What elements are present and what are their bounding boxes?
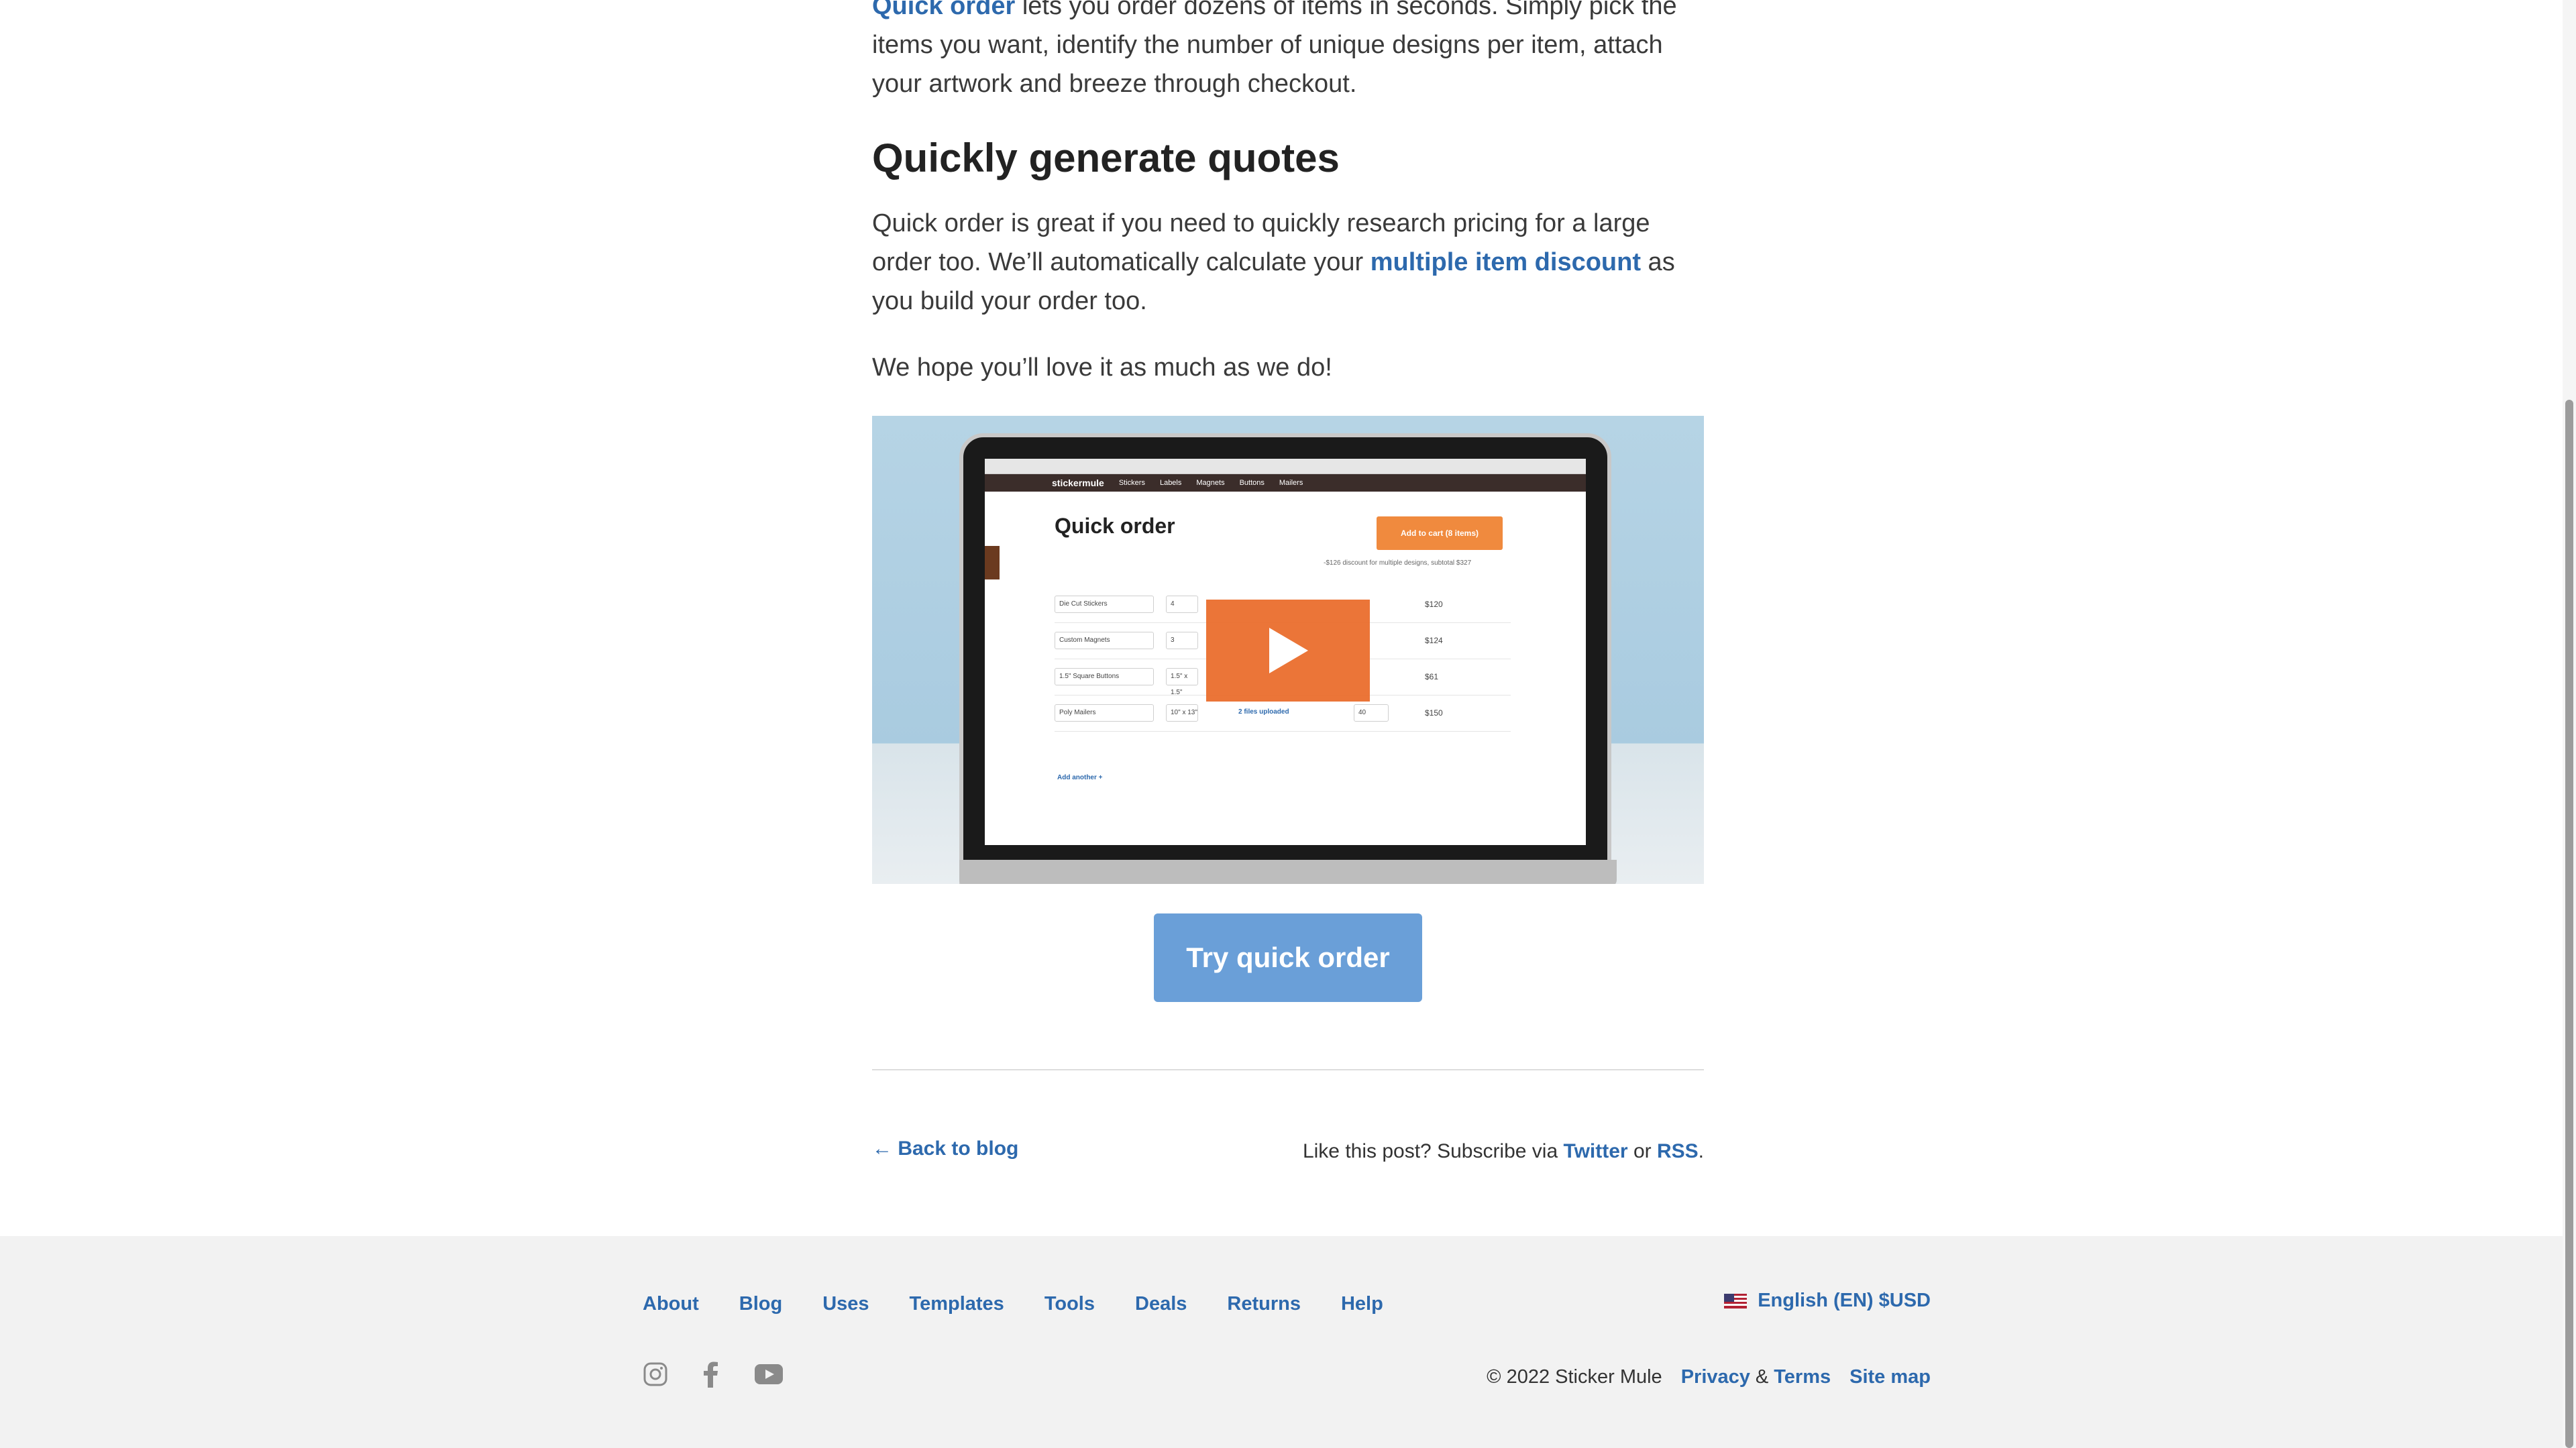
quotes-paragraph: Quick order is great if you need to quic… bbox=[872, 204, 1704, 321]
row-price: $150 bbox=[1425, 708, 1443, 718]
subscribe-note: Like this post? Subscribe via Twitter or… bbox=[1303, 1140, 1704, 1163]
product-select: Die Cut Stickers bbox=[1055, 596, 1154, 613]
legal-links: © 2022 Sticker Mule Privacy & Terms Site… bbox=[1487, 1366, 1931, 1388]
divider bbox=[872, 1069, 1704, 1070]
files-uploaded: 2 files uploaded bbox=[1238, 708, 1289, 716]
rss-link[interactable]: RSS bbox=[1657, 1140, 1699, 1162]
social-links bbox=[643, 1361, 784, 1388]
subscribe-prefix: Like this post? Subscribe via bbox=[1302, 1140, 1564, 1162]
size-input: 4 bbox=[1166, 596, 1198, 613]
laptop-keyboard bbox=[959, 860, 1617, 884]
scrollbar-thumb[interactable] bbox=[2565, 400, 2573, 1448]
multiple-item-discount-link[interactable]: multiple item discount bbox=[1371, 248, 1641, 276]
product-select: Custom Magnets bbox=[1055, 632, 1154, 649]
language-selector[interactable]: English (EN) $USD bbox=[1724, 1290, 1931, 1312]
terms-link[interactable]: Terms bbox=[1774, 1366, 1831, 1388]
period-text: . bbox=[1698, 1140, 1704, 1162]
footer-link-templates[interactable]: Templates bbox=[910, 1293, 1004, 1315]
site-logo: stickermule bbox=[1052, 478, 1104, 488]
hope-paragraph: We hope you’ll love it as much as we do! bbox=[872, 353, 1332, 382]
screen-title: Quick order bbox=[1055, 514, 1175, 538]
privacy-link[interactable]: Privacy bbox=[1681, 1366, 1750, 1388]
facebook-icon bbox=[704, 1361, 718, 1388]
play-icon bbox=[1269, 628, 1308, 673]
footer-link-returns[interactable]: Returns bbox=[1227, 1293, 1301, 1315]
try-quick-order-button[interactable]: Try quick order bbox=[1154, 913, 1422, 1002]
footer-link-blog[interactable]: Blog bbox=[739, 1293, 782, 1315]
footer-link-deals[interactable]: Deals bbox=[1135, 1293, 1187, 1315]
product-select: 1.5" Square Buttons bbox=[1055, 668, 1154, 685]
qty-input: 40 bbox=[1354, 704, 1389, 722]
scrollbar[interactable] bbox=[2563, 0, 2576, 1448]
footer-link-about[interactable]: About bbox=[643, 1293, 699, 1315]
site-nav-preview: stickermule Stickers Labels Magnets Butt… bbox=[985, 474, 1586, 492]
site-footer: About Blog Uses Templates Tools Deals Re… bbox=[0, 1236, 2563, 1448]
support-tab bbox=[985, 546, 1000, 579]
row-price: $120 bbox=[1425, 600, 1443, 609]
youtube-icon bbox=[755, 1364, 783, 1384]
size-input: 1.5" x 1.5" bbox=[1166, 668, 1198, 696]
nav-item: Magnets bbox=[1196, 479, 1225, 487]
nav-item: Buttons bbox=[1239, 479, 1265, 487]
video-player[interactable]: stickermule Stickers Labels Magnets Butt… bbox=[872, 416, 1704, 884]
copyright: © 2022 Sticker Mule bbox=[1487, 1366, 1662, 1388]
browser-bar bbox=[985, 459, 1586, 474]
intro-paragraph: Quick order lets you order dozens of ite… bbox=[872, 0, 1704, 103]
footer-nav: About Blog Uses Templates Tools Deals Re… bbox=[643, 1293, 1383, 1315]
footer-link-tools[interactable]: Tools bbox=[1044, 1293, 1095, 1315]
quotes-heading: Quickly generate quotes bbox=[872, 135, 1340, 180]
nav-item: Mailers bbox=[1279, 479, 1303, 487]
quick-order-link[interactable]: Quick order bbox=[872, 0, 1015, 20]
facebook-link[interactable] bbox=[703, 1361, 719, 1388]
language-label: English (EN) $USD bbox=[1758, 1290, 1931, 1311]
nav-item: Labels bbox=[1159, 479, 1182, 487]
nav-item: Stickers bbox=[1118, 479, 1145, 487]
instagram-link[interactable] bbox=[643, 1361, 668, 1387]
site-map-link[interactable]: Site map bbox=[1849, 1366, 1931, 1388]
play-button[interactable] bbox=[1206, 600, 1370, 702]
us-flag-icon bbox=[1724, 1293, 1748, 1308]
footer-link-uses[interactable]: Uses bbox=[822, 1293, 869, 1315]
back-to-blog-link[interactable]: ← Back to blog bbox=[872, 1137, 1018, 1160]
or-text: or bbox=[1627, 1140, 1657, 1162]
product-select: Poly Mailers bbox=[1055, 704, 1154, 722]
twitter-link[interactable]: Twitter bbox=[1564, 1140, 1628, 1162]
add-to-cart-preview: Add to cart (8 items) bbox=[1377, 516, 1503, 550]
size-input: 3 bbox=[1166, 632, 1198, 649]
youtube-link[interactable] bbox=[754, 1363, 784, 1385]
footer-link-help[interactable]: Help bbox=[1341, 1293, 1383, 1315]
row-price: $124 bbox=[1425, 636, 1443, 645]
instagram-icon bbox=[643, 1362, 667, 1386]
row-price: $61 bbox=[1425, 672, 1439, 681]
ampersand: & bbox=[1755, 1366, 1769, 1388]
add-another-link: Add another + bbox=[1057, 774, 1103, 781]
size-input: 10" x 13" bbox=[1166, 704, 1198, 722]
discount-note: -$126 discount for multiple designs, sub… bbox=[1324, 559, 1472, 567]
